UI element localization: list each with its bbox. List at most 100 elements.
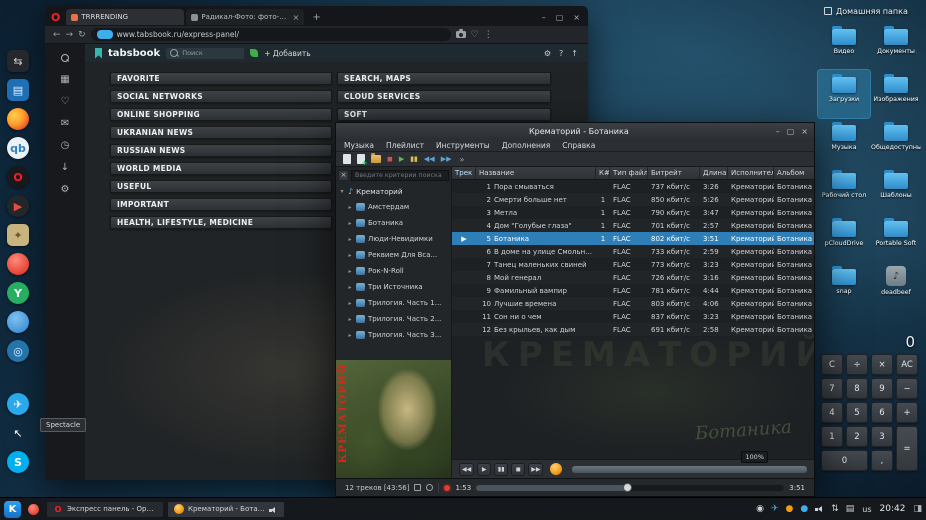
audio-indicator-icon[interactable]	[269, 500, 278, 519]
menu-item[interactable]: Инструменты	[436, 141, 490, 150]
desktop-icon[interactable]: Музыка	[818, 118, 870, 166]
next-button[interactable]: ▶▶	[528, 463, 543, 476]
next-icon[interactable]: ▶▶	[441, 155, 452, 163]
track-row[interactable]: 3Метла1FLAC790 кбит/с3:47КрематорийБотан…	[452, 206, 814, 219]
track-row[interactable]: ▶5Ботаника1FLAC802 кбит/с3:51КрематорийБ…	[452, 232, 814, 245]
tree-item[interactable]: ▸Трилогия. Часть 3...	[336, 327, 451, 343]
new-tab-button[interactable]: +	[312, 12, 320, 23]
tray-display-icon[interactable]: ◉	[756, 504, 764, 514]
desktop-icon[interactable]: snap	[818, 262, 870, 310]
calc-button[interactable]: 5	[846, 402, 868, 423]
dock-app-red-icon[interactable]	[7, 253, 29, 275]
seek-handle[interactable]	[623, 483, 632, 492]
column-header[interactable]: Исполнитель	[728, 167, 774, 179]
site-search-input[interactable]	[182, 49, 240, 57]
column-header[interactable]: Альбом	[774, 167, 814, 179]
track-row[interactable]: 12Без крыльев, как дымFLAC691 кбит/с2:58…	[452, 323, 814, 336]
play-button[interactable]: ▶	[477, 463, 491, 476]
clock[interactable]: 20:42	[880, 504, 906, 514]
dock-skype-icon[interactable]: S	[7, 451, 29, 473]
folder-view-menu-icon[interactable]	[824, 7, 832, 15]
category-bar[interactable]: RUSSIAN NEWS	[110, 144, 332, 157]
expand-icon[interactable]: ▸	[347, 316, 353, 323]
category-bar[interactable]: SOCIAL NETWORKS	[110, 90, 332, 103]
menu-item[interactable]: Музыка	[344, 141, 374, 150]
playlist-search-input[interactable]	[351, 170, 449, 181]
play-icon[interactable]: ▶	[399, 155, 404, 163]
dock-panel-arrows-icon[interactable]: ⇆	[7, 50, 29, 72]
category-bar[interactable]: FAVORITE	[110, 72, 332, 85]
tree-item[interactable]: ▸Трилогия. Часть 2...	[336, 311, 451, 327]
calc-button[interactable]: ÷	[846, 354, 868, 375]
dock-app-blue-icon[interactable]	[7, 311, 29, 333]
opera-menu-button[interactable]: O	[51, 11, 60, 24]
quick-launch-icon[interactable]	[28, 504, 39, 515]
sidebar-history-icon[interactable]: ◷	[61, 140, 70, 151]
expand-icon[interactable]: ▸	[347, 252, 353, 259]
sidebar-downloads-icon[interactable]: ↓	[61, 162, 69, 173]
column-header[interactable]: Длина	[700, 167, 728, 179]
category-bar[interactable]: ONLINE SHOPPING	[110, 108, 332, 121]
keyboard-layout-indicator[interactable]: us	[862, 505, 871, 514]
pause-icon[interactable]: ▮▮	[410, 155, 418, 163]
dock-opera-icon[interactable]: O	[7, 166, 29, 188]
menu-item[interactable]: Справка	[562, 141, 595, 150]
sidebar-settings-icon[interactable]: ⚙	[61, 184, 70, 195]
add-bookmark-button[interactable]: + Добавить	[264, 49, 310, 58]
url-field[interactable]: www.tabsbook.ru/express-panel/	[91, 28, 451, 41]
category-bar[interactable]: SOFT	[337, 108, 551, 121]
deadbeef-icon[interactable]	[550, 463, 562, 475]
column-header[interactable]: К#	[596, 167, 610, 179]
desktop-icon[interactable]: Документы	[870, 22, 922, 70]
expand-icon[interactable]: ▸	[347, 268, 353, 275]
app-launcher-button[interactable]: K	[4, 501, 21, 518]
clear-search-button[interactable]: ×	[338, 170, 349, 181]
vpn-badge-icon[interactable]	[97, 30, 113, 39]
tray-volume-icon[interactable]	[815, 505, 824, 514]
desktop-icon[interactable]: Шаблоны	[870, 166, 922, 214]
track-row[interactable]: 1Пора смыватьсяFLAC737 кбит/с3:26Кремато…	[452, 180, 814, 193]
add-files-icon[interactable]	[357, 154, 365, 164]
desktop-icon[interactable]: Portable Soft	[870, 214, 922, 262]
category-bar[interactable]: USEFUL	[110, 180, 332, 193]
player-maximize-button[interactable]: ▢	[787, 127, 795, 136]
track-row[interactable]: 10Лучшие временаFLAC803 кбит/с4:06Кремат…	[452, 297, 814, 310]
snapshot-camera-icon[interactable]	[456, 31, 466, 38]
maximize-button[interactable]: ▢	[556, 13, 564, 22]
desktop-icon[interactable]: Общедоступные	[870, 118, 922, 166]
tab-close-icon[interactable]: ×	[293, 13, 300, 22]
calc-button[interactable]: 8	[846, 378, 868, 399]
task-button[interactable]: Крематорий - Ботаника	[167, 501, 285, 518]
tree-item[interactable]: ▸Трилогия. Часть 1...	[336, 295, 451, 311]
category-bar[interactable]: IMPORTANT	[110, 198, 332, 211]
track-row[interactable]: 4Дом "Голубые глаза"1FLAC701 кбит/с2:57К…	[452, 219, 814, 232]
calc-button[interactable]: =	[896, 426, 918, 471]
desktop-icon[interactable]: Видео	[818, 22, 870, 70]
stop-button[interactable]: ◼	[511, 463, 525, 476]
category-bar[interactable]: WORLD MEDIA	[110, 162, 332, 175]
dock-media-player-icon[interactable]: ▶	[7, 195, 29, 217]
browser-tab[interactable]: TRRRENDING	[66, 9, 184, 25]
toolbar-overflow-icon[interactable]: »	[459, 155, 464, 164]
back-icon[interactable]: ←	[53, 30, 61, 40]
sidebar-bookmarks-icon[interactable]: ♡	[61, 96, 70, 107]
desktop-icon[interactable]: Изображения	[870, 70, 922, 118]
desktop-icon[interactable]: Рабочий стол	[818, 166, 870, 214]
player-minimize-button[interactable]: –	[776, 127, 780, 136]
seek-slider[interactable]	[476, 485, 784, 491]
calc-button[interactable]: −	[896, 378, 918, 399]
calc-button[interactable]: ,	[871, 450, 893, 471]
calc-button[interactable]: C	[821, 354, 843, 375]
minimode-icon[interactable]	[414, 484, 421, 491]
task-button[interactable]: OЭкспресс панель - Opera	[46, 501, 164, 518]
player-close-button[interactable]: ×	[801, 127, 808, 136]
tree-item[interactable]: ▸Ботаника	[336, 215, 451, 231]
expand-icon[interactable]: ▸	[347, 220, 353, 227]
column-header[interactable]: Название	[476, 167, 596, 179]
calc-button[interactable]: 3	[871, 426, 893, 447]
sidebar-messenger-icon[interactable]: ✉	[61, 118, 69, 129]
dock-app-tan-icon[interactable]: ✦	[7, 224, 29, 246]
calc-button[interactable]: 7	[821, 378, 843, 399]
menu-item[interactable]: Плейлист	[386, 141, 424, 150]
desktop-icon[interactable]: Загрузки	[818, 70, 870, 118]
